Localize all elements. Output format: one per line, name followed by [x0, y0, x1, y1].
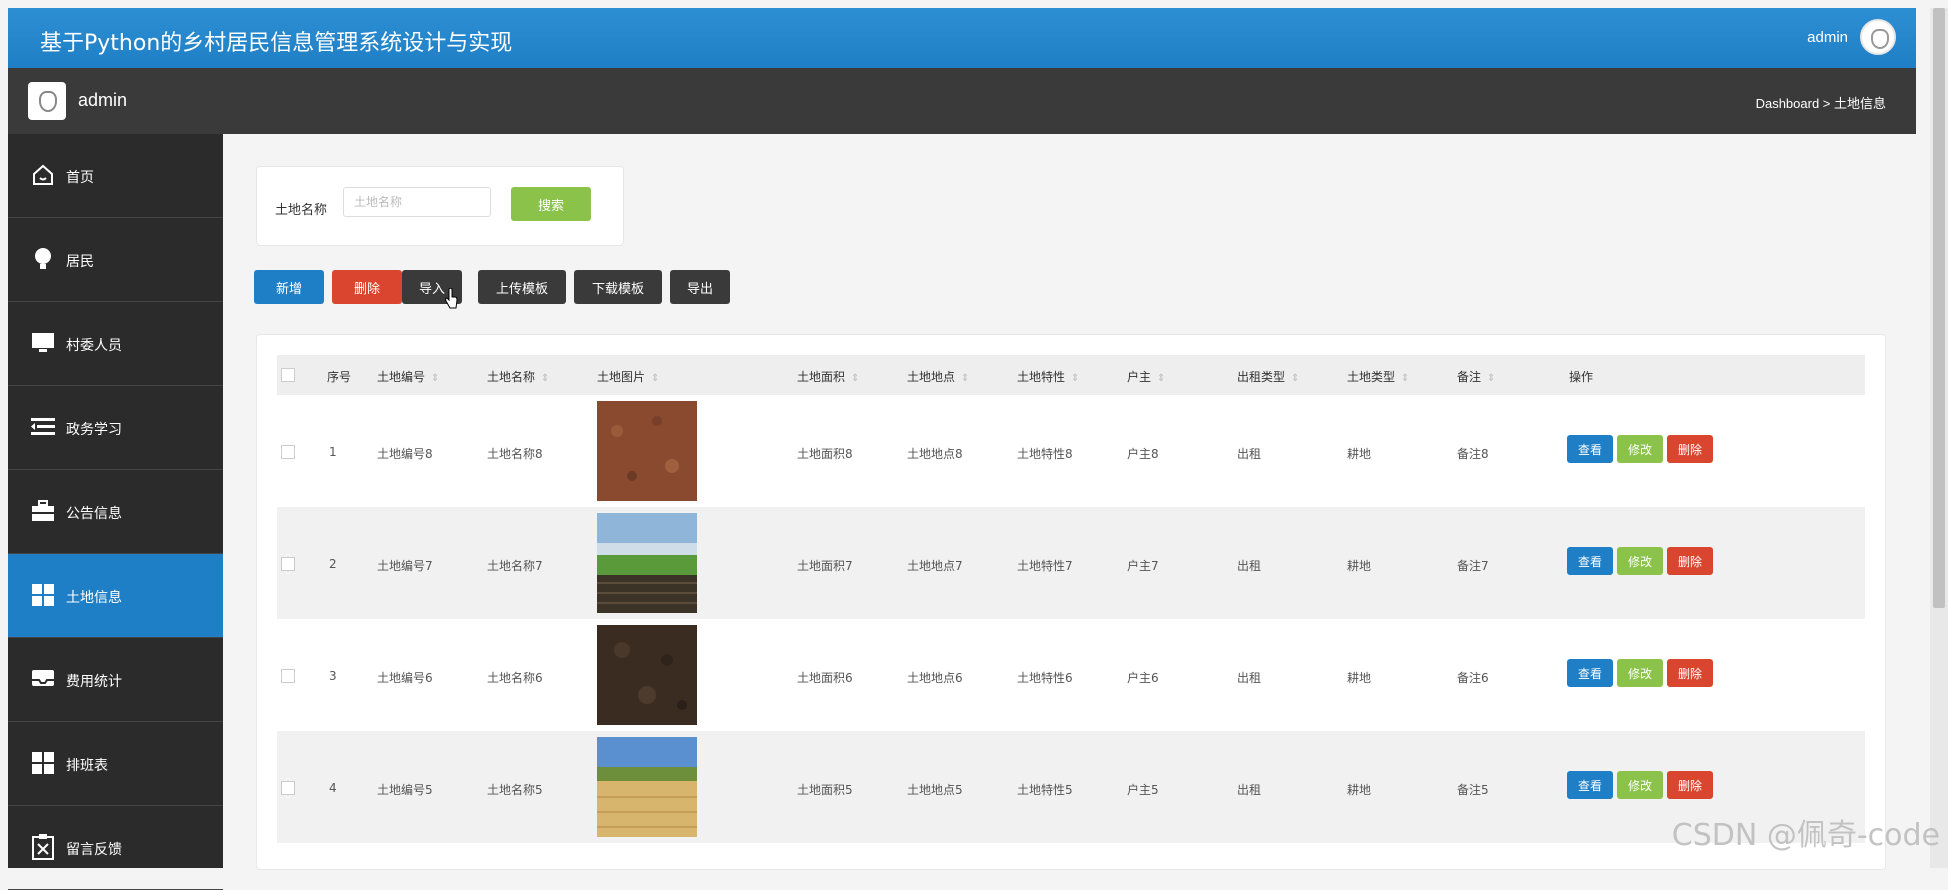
sort-icon[interactable]: ⇕: [1071, 373, 1079, 384]
col-name[interactable]: 土地名称 ⇕: [487, 368, 549, 385]
breadcrumb: Dashboard > 土地信息: [1755, 96, 1886, 111]
page-scrollbar[interactable]: [1930, 8, 1948, 868]
sidebar-item-feedback[interactable]: 留言反馈: [8, 806, 223, 890]
menu-list-icon: [30, 414, 56, 440]
scrollbar-thumb[interactable]: [1933, 8, 1945, 608]
edit-button[interactable]: 修改: [1617, 771, 1663, 799]
col-area[interactable]: 土地面积 ⇕: [797, 368, 859, 385]
home-icon: [30, 162, 56, 188]
download-template-button[interactable]: 下载模板: [574, 270, 662, 304]
col-owner[interactable]: 户主 ⇕: [1127, 368, 1165, 385]
sort-icon[interactable]: ⇕: [651, 373, 659, 384]
sidebar-username: admin: [78, 90, 128, 110]
delete-button[interactable]: 删除: [332, 270, 402, 304]
search-label: 土地名称: [275, 203, 328, 218]
delete-row-button[interactable]: 删除: [1667, 435, 1713, 463]
sidebar-item-fees[interactable]: 费用统计: [8, 638, 223, 722]
data-table: 序号 土地编号 ⇕ 土地名称 ⇕ 土地图片 ⇕ 土地面积 ⇕ 土地地点 ⇕ 土地特性 ⇕ 户…: [256, 334, 1886, 870]
sidebar-item-home[interactable]: 首页: [8, 134, 223, 218]
sub-header: admin Dashboard > 土地信息: [8, 68, 1916, 134]
view-button[interactable]: 查看: [1567, 435, 1613, 463]
sidebar-item-land[interactable]: 土地信息: [8, 554, 223, 638]
land-image: [597, 625, 697, 725]
view-button[interactable]: 查看: [1567, 771, 1613, 799]
row-checkbox[interactable]: [281, 781, 295, 795]
inbox-icon: [30, 666, 56, 692]
user-avatar[interactable]: [1860, 19, 1896, 55]
table-row: 1 土地编号8 土地名称8 土地面积8 土地地点8 土地特性8 户主8 出租 耕…: [277, 395, 1865, 507]
edit-button[interactable]: 修改: [1617, 547, 1663, 575]
bulb-icon: [30, 246, 56, 272]
table-row: 4 土地编号5 土地名称5 土地面积5 土地地点5 土地特性5 户主5 出租 耕…: [277, 731, 1865, 843]
land-image: [597, 737, 697, 837]
col-index: 序号: [327, 370, 352, 384]
sort-icon[interactable]: ⇕: [1401, 373, 1409, 384]
avatar: [28, 82, 66, 120]
sort-icon[interactable]: ⇕: [1487, 373, 1495, 384]
add-button[interactable]: 新增: [254, 270, 324, 304]
select-all-checkbox[interactable]: [281, 368, 295, 382]
land-image: [597, 401, 697, 501]
sort-icon[interactable]: ⇕: [431, 373, 439, 384]
top-header: 基于Python的乡村居民信息管理系统设计与实现 admin: [8, 8, 1916, 68]
view-button[interactable]: 查看: [1567, 547, 1613, 575]
sidebar-item-notice[interactable]: 公告信息: [8, 470, 223, 554]
table-row: 2 土地编号7 土地名称7 土地面积7 土地地点7 土地特性7 户主7 出租 耕…: [277, 507, 1865, 619]
upload-template-button[interactable]: 上传模板: [478, 270, 566, 304]
delete-row-button[interactable]: 删除: [1667, 547, 1713, 575]
hand-cursor-icon: [445, 288, 458, 309]
col-land-type[interactable]: 土地类型 ⇕: [1347, 368, 1409, 385]
col-code[interactable]: 土地编号 ⇕: [377, 368, 439, 385]
sort-icon[interactable]: ⇕: [961, 373, 969, 384]
col-actions: 操作: [1569, 370, 1594, 384]
edit-button[interactable]: 修改: [1617, 659, 1663, 687]
search-input[interactable]: [343, 187, 491, 217]
sidebar-item-committee[interactable]: 村委人员: [8, 302, 223, 386]
row-checkbox[interactable]: [281, 669, 295, 683]
briefcase-icon: [30, 498, 56, 524]
col-place[interactable]: 土地地点 ⇕: [907, 368, 969, 385]
row-checkbox[interactable]: [281, 445, 295, 459]
col-note[interactable]: 备注 ⇕: [1457, 368, 1495, 385]
sort-icon[interactable]: ⇕: [1291, 373, 1299, 384]
col-rent-type[interactable]: 出租类型 ⇕: [1237, 368, 1299, 385]
delete-row-button[interactable]: 删除: [1667, 771, 1713, 799]
watermark: CSDN @佩奇-code: [1671, 818, 1940, 853]
col-image[interactable]: 土地图片 ⇕: [597, 368, 659, 385]
grid-icon: [30, 582, 56, 608]
land-image: [597, 513, 697, 613]
header-username[interactable]: admin: [1807, 29, 1848, 46]
col-feature[interactable]: 土地特性 ⇕: [1017, 368, 1079, 385]
sort-icon[interactable]: ⇕: [1157, 373, 1165, 384]
app-title: 基于Python的乡村居民信息管理系统设计与实现: [40, 31, 513, 56]
clipboard-x-icon: [30, 834, 56, 860]
sidebar: 首页 居民 村委人员 政务学习 公告信息 土地信息 费用统计 排班表 留言反馈: [8, 134, 223, 890]
sidebar-item-schedule[interactable]: 排班表: [8, 722, 223, 806]
delete-row-button[interactable]: 删除: [1667, 659, 1713, 687]
table-row: 3 土地编号6 土地名称6 土地面积6 土地地点6 土地特性6 户主6 出租 耕…: [277, 619, 1865, 731]
search-button[interactable]: 搜索: [511, 187, 591, 221]
sidebar-item-study[interactable]: 政务学习: [8, 386, 223, 470]
edit-button[interactable]: 修改: [1617, 435, 1663, 463]
sidebar-item-residents[interactable]: 居民: [8, 218, 223, 302]
sort-icon[interactable]: ⇕: [541, 373, 549, 384]
table-header: 序号 土地编号 ⇕ 土地名称 ⇕ 土地图片 ⇕ 土地面积 ⇕ 土地地点 ⇕ 土地特性 ⇕ 户…: [277, 355, 1865, 395]
sort-icon[interactable]: ⇕: [851, 373, 859, 384]
search-panel: 土地名称 搜索: [256, 166, 624, 246]
monitor-icon: [30, 330, 56, 356]
row-checkbox[interactable]: [281, 557, 295, 571]
view-button[interactable]: 查看: [1567, 659, 1613, 687]
grid-icon: [30, 750, 56, 776]
export-button[interactable]: 导出: [670, 270, 730, 304]
